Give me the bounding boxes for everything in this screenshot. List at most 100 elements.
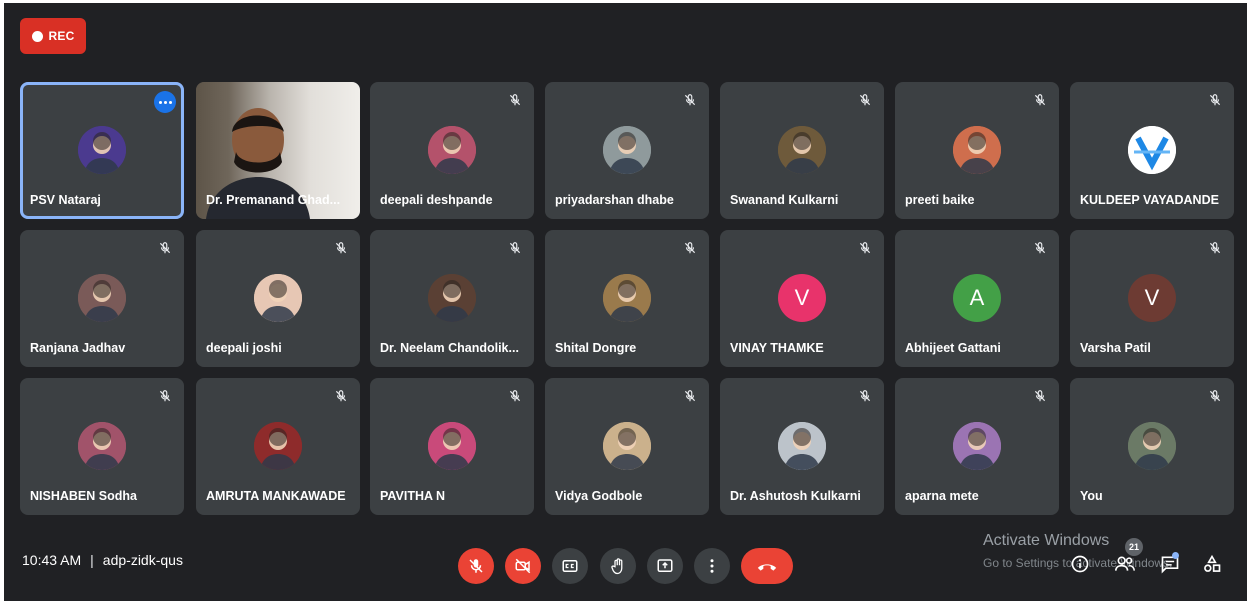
participant-name: deepali joshi: [206, 341, 282, 355]
participant-avatar: [78, 422, 126, 470]
participant-name: PAVITHA N: [380, 489, 446, 503]
participant-name: Vidya Godbole: [555, 489, 643, 503]
tile-options-icon[interactable]: [154, 91, 176, 113]
recording-label: REC: [48, 29, 75, 43]
participant-avatar: [428, 274, 476, 322]
mic-off-icon: [469, 559, 483, 573]
participant-tile[interactable]: aparna mete: [895, 378, 1059, 515]
participant-tile[interactable]: NISHABEN Sodha: [20, 378, 184, 515]
microphone-toggle-button[interactable]: [458, 548, 494, 584]
activities-button[interactable]: [1200, 552, 1224, 576]
participant-avatar: [254, 422, 302, 470]
mic-off-icon: [1031, 91, 1049, 109]
more-vert-icon: [710, 559, 714, 573]
participant-tile[interactable]: deepali deshpande: [370, 82, 534, 219]
leave-call-button[interactable]: [741, 548, 793, 584]
participant-avatar: A: [953, 274, 1001, 322]
mic-off-icon: [332, 387, 350, 405]
participant-tile[interactable]: deepali joshi: [196, 230, 360, 367]
participant-tile[interactable]: V Varsha Patil: [1070, 230, 1234, 367]
mic-off-icon: [506, 91, 524, 109]
participant-tile[interactable]: You: [1070, 378, 1234, 515]
more-options-button[interactable]: [694, 548, 730, 584]
participant-name: deepali deshpande: [380, 193, 493, 207]
participant-avatar: [428, 126, 476, 174]
participant-tile[interactable]: Dr. Premanand Ghad...: [196, 82, 360, 219]
participant-avatar: [1128, 422, 1176, 470]
mic-off-icon: [1206, 91, 1224, 109]
captions-icon: [562, 560, 578, 572]
participant-name: preeti baike: [905, 193, 975, 207]
mic-off-icon: [1206, 239, 1224, 257]
participant-name: Dr. Premanand Ghad...: [206, 193, 341, 207]
participant-tile[interactable]: V VINAY THAMKE: [720, 230, 884, 367]
participant-avatar: [603, 274, 651, 322]
mic-off-icon: [856, 239, 874, 257]
participant-name: Shital Dongre: [555, 341, 637, 355]
participant-tile[interactable]: A Abhijeet Gattani: [895, 230, 1059, 367]
mic-off-icon: [681, 387, 699, 405]
camera-toggle-button[interactable]: [505, 548, 541, 584]
activities-icon: [1204, 554, 1221, 572]
participant-tile[interactable]: AMRUTA MANKAWADE: [196, 378, 360, 515]
participant-avatar: [1128, 126, 1176, 174]
captions-button[interactable]: [552, 548, 588, 584]
people-count-badge: 21: [1125, 538, 1143, 556]
participant-name: Ranjana Jadhav: [30, 341, 126, 355]
participant-name: NISHABEN Sodha: [30, 489, 137, 503]
mic-off-icon: [1031, 239, 1049, 257]
participant-name: Varsha Patil: [1080, 341, 1151, 355]
participant-name: aparna mete: [905, 489, 979, 503]
activate-windows-title: Activate Windows: [983, 532, 1110, 549]
meeting-details[interactable]: 10:43 AM | adp-zidk-qus: [22, 552, 183, 568]
mic-off-icon: [681, 91, 699, 109]
present-screen-icon: [657, 559, 673, 572]
participant-name: AMRUTA MANKAWADE: [206, 489, 346, 503]
mic-off-icon: [506, 239, 524, 257]
participant-tile[interactable]: PAVITHA N: [370, 378, 534, 515]
meeting-separator: |: [90, 552, 94, 568]
participant-tile[interactable]: Ranjana Jadhav: [20, 230, 184, 367]
mic-off-icon: [1206, 387, 1224, 405]
participant-avatar: [254, 274, 302, 322]
participant-name: Dr. Ashutosh Kulkarni: [730, 489, 861, 503]
call-end-icon: [757, 564, 777, 571]
participant-name: PSV Nataraj: [30, 193, 101, 207]
participant-name: You: [1080, 489, 1103, 503]
recording-indicator[interactable]: REC: [20, 18, 86, 54]
participant-tile[interactable]: Dr. Ashutosh Kulkarni: [720, 378, 884, 515]
info-icon: [1071, 555, 1089, 573]
participant-name: VINAY THAMKE: [730, 341, 824, 355]
participant-tile[interactable]: preeti baike: [895, 82, 1059, 219]
participant-name: Swanand Kulkarni: [730, 193, 839, 207]
participant-avatar: [953, 422, 1001, 470]
mic-off-icon: [681, 239, 699, 257]
participant-avatar: V: [778, 274, 826, 322]
participant-tile[interactable]: KULDEEP VAYADANDE: [1070, 82, 1234, 219]
raise-hand-button[interactable]: [600, 548, 636, 584]
camera-off-icon: [515, 558, 531, 574]
participant-tile[interactable]: Vidya Godbole: [545, 378, 709, 515]
participant-avatar: [428, 422, 476, 470]
mic-off-icon: [856, 91, 874, 109]
participant-tile[interactable]: Swanand Kulkarni: [720, 82, 884, 219]
participant-tile[interactable]: PSV Nataraj: [20, 82, 184, 219]
participant-tile[interactable]: priyadarshan dhabe: [545, 82, 709, 219]
participant-avatar: [603, 422, 651, 470]
meeting-time: 10:43 AM: [22, 552, 82, 568]
participant-avatar: [778, 422, 826, 470]
participant-tile[interactable]: Shital Dongre: [545, 230, 709, 367]
mic-off-icon: [856, 387, 874, 405]
mic-off-icon: [1031, 387, 1049, 405]
mic-off-icon: [332, 239, 350, 257]
mic-off-icon: [506, 387, 524, 405]
participant-avatar: [778, 126, 826, 174]
participant-tile[interactable]: Dr. Neelam Chandolik...: [370, 230, 534, 367]
present-screen-button[interactable]: [647, 548, 683, 584]
people-icon: [1115, 556, 1135, 571]
mic-off-icon: [156, 239, 174, 257]
meeting-info-button[interactable]: [1068, 552, 1092, 576]
meeting-code: adp-zidk-qus: [102, 552, 183, 568]
participant-name: Abhijeet Gattani: [905, 341, 1001, 355]
participant-name: priyadarshan dhabe: [555, 193, 674, 207]
